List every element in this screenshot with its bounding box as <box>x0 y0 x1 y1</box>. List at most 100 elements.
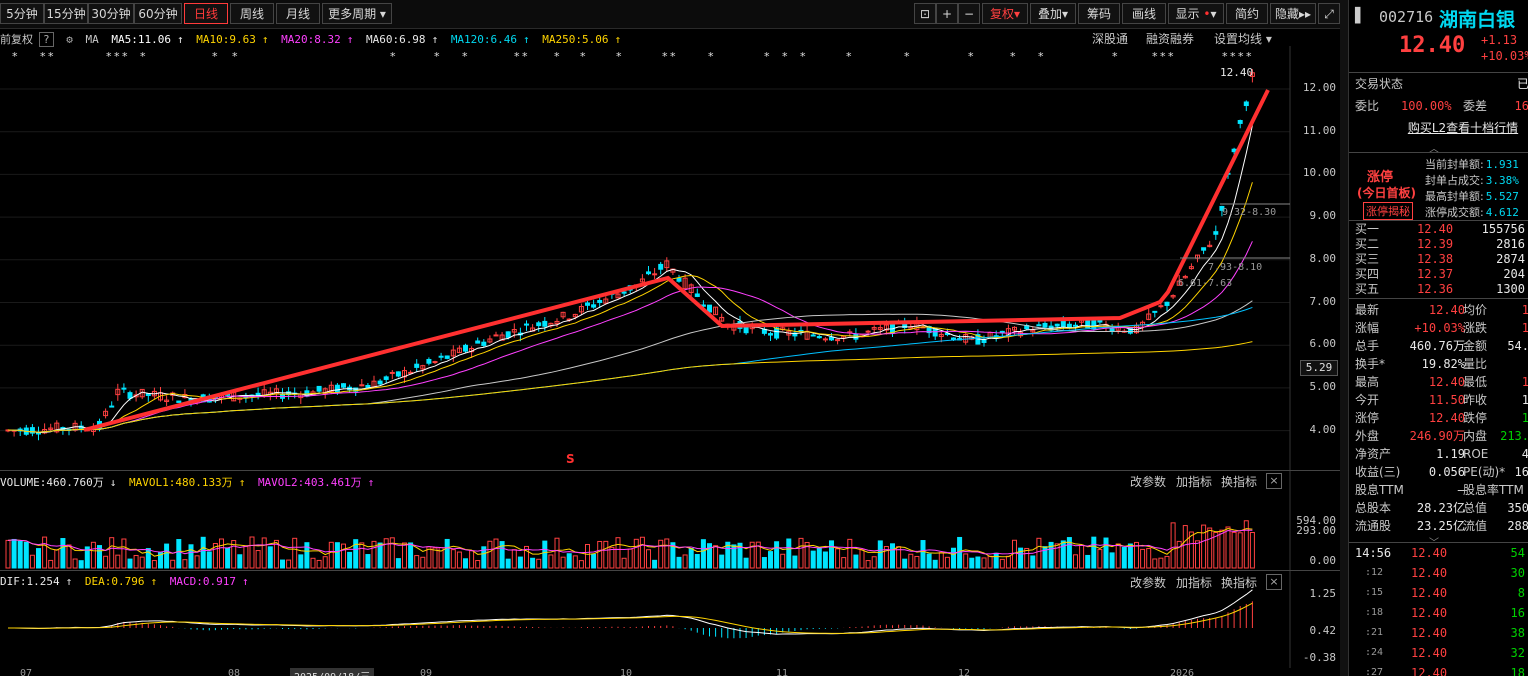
candle[interactable] <box>835 339 841 342</box>
bid-row[interactable]: 买五 12.36 1300 <box>1349 282 1528 297</box>
candle[interactable] <box>493 334 499 337</box>
candle[interactable] <box>542 320 548 327</box>
candle[interactable] <box>1213 231 1219 235</box>
event-marker-icon[interactable]: * <box>1112 50 1118 63</box>
vol-change-params-link[interactable]: 改参数 <box>1130 473 1166 490</box>
period-weekly[interactable]: 周线 <box>230 3 274 24</box>
zoom-out-icon[interactable]: − <box>958 3 980 24</box>
macd-close-icon[interactable]: × <box>1266 574 1282 590</box>
candle[interactable] <box>1042 322 1048 328</box>
candle[interactable] <box>810 334 816 337</box>
vol-switch-indicator-link[interactable]: 换指标 <box>1221 473 1257 490</box>
bid-row[interactable]: 买二 12.39 2816 <box>1349 237 1528 252</box>
candle[interactable] <box>822 338 828 341</box>
candle[interactable] <box>774 327 780 339</box>
candle[interactable] <box>255 392 261 396</box>
macd-add-indicator-link[interactable]: 加指标 <box>1176 574 1212 591</box>
gear-icon[interactable]: ▌ <box>1355 8 1366 24</box>
candle[interactable] <box>652 273 658 276</box>
bid-row[interactable]: 买四 12.37 204 <box>1349 267 1528 282</box>
candle[interactable] <box>316 385 322 392</box>
candle[interactable] <box>1060 320 1066 328</box>
candle[interactable] <box>768 333 773 336</box>
period-monthly[interactable]: 月线 <box>276 3 320 24</box>
event-marker-icon[interactable]: * <box>1038 50 1044 63</box>
candle[interactable] <box>444 355 450 359</box>
hide-button[interactable]: 隐藏▸▸ <box>1270 3 1316 24</box>
candle[interactable] <box>585 302 590 306</box>
candle[interactable] <box>395 371 401 377</box>
display-button[interactable]: 显示 •▾ <box>1168 3 1224 24</box>
candle[interactable] <box>1152 310 1158 313</box>
candle[interactable] <box>658 263 664 270</box>
candle[interactable] <box>432 361 438 364</box>
ma-settings-icon[interactable]: ⚙ <box>66 33 73 46</box>
more-periods-dropdown[interactable]: 更多周期 ▾ <box>322 3 392 24</box>
event-marker-icon[interactable]: * <box>140 50 146 63</box>
event-marker-icon[interactable]: * <box>522 50 528 63</box>
event-marker-icon[interactable]: * <box>764 50 770 63</box>
candle[interactable] <box>932 328 938 337</box>
event-marker-icon[interactable]: * <box>800 50 806 63</box>
candle[interactable] <box>1073 324 1078 327</box>
adjust-button[interactable]: 复权▾ <box>982 3 1028 24</box>
candle[interactable] <box>505 331 511 338</box>
vol-close-icon[interactable]: × <box>1266 473 1282 489</box>
event-marker-icon[interactable]: * <box>12 50 18 63</box>
event-marker-icon[interactable]: * <box>1168 50 1174 63</box>
macd-switch-indicator-link[interactable]: 换指标 <box>1221 574 1257 591</box>
event-marker-icon[interactable]: * <box>670 50 676 63</box>
draw-line-button[interactable]: 画线 <box>1122 3 1166 24</box>
chart-scrollbar[interactable] <box>1340 0 1348 676</box>
candle[interactable] <box>127 392 133 399</box>
event-marker-icon[interactable]: * <box>1010 50 1016 63</box>
candle[interactable] <box>621 291 627 294</box>
candle[interactable] <box>646 271 651 275</box>
candle[interactable] <box>536 322 542 327</box>
event-marker-icon[interactable]: * <box>114 50 120 63</box>
candle[interactable] <box>341 383 346 388</box>
candle[interactable] <box>334 384 340 393</box>
event-marker-icon[interactable]: * <box>662 50 668 63</box>
candle[interactable] <box>463 344 468 352</box>
candle[interactable] <box>1158 305 1164 308</box>
lock-icon[interactable]: ⊡ <box>914 3 936 24</box>
event-marker-icon[interactable]: * <box>904 50 910 63</box>
s-marker[interactable]: S <box>566 452 575 466</box>
candle[interactable] <box>389 371 395 374</box>
zoom-in-icon[interactable]: + <box>936 3 958 24</box>
candle[interactable] <box>591 304 597 308</box>
vol-add-indicator-link[interactable]: 加指标 <box>1176 473 1212 490</box>
event-marker-icon[interactable]: * <box>434 50 440 63</box>
event-marker-icon[interactable]: * <box>462 50 468 63</box>
event-marker-icon[interactable]: * <box>1238 50 1244 63</box>
macd-change-params-link[interactable]: 改参数 <box>1130 574 1166 591</box>
candle[interactable] <box>145 393 151 396</box>
event-marker-icon[interactable]: * <box>1230 50 1236 63</box>
candle[interactable] <box>999 330 1005 333</box>
period-60min[interactable]: 60分钟 <box>134 3 182 24</box>
period-5min[interactable]: 5分钟 <box>0 3 44 24</box>
candle[interactable] <box>176 400 182 403</box>
candle[interactable] <box>1243 101 1249 107</box>
event-marker-icon[interactable]: * <box>1160 50 1166 63</box>
event-marker-icon[interactable]: * <box>232 50 238 63</box>
event-marker-icon[interactable]: * <box>708 50 714 63</box>
candle[interactable] <box>383 376 389 380</box>
help-icon[interactable]: ? <box>39 32 54 47</box>
candle[interactable] <box>109 405 115 408</box>
candle[interactable] <box>694 293 700 297</box>
event-marker-icon[interactable]: * <box>122 50 128 63</box>
candle[interactable] <box>676 277 682 282</box>
candle[interactable] <box>829 336 834 341</box>
event-marker-icon[interactable]: * <box>106 50 112 63</box>
event-marker-icon[interactable]: * <box>616 50 622 63</box>
simple-button[interactable]: 简约 <box>1226 3 1268 24</box>
ma-settings-link[interactable]: 设置均线 ▾ <box>1214 30 1272 47</box>
candle[interactable] <box>816 336 822 339</box>
event-marker-icon[interactable]: * <box>514 50 520 63</box>
period-30min[interactable]: 30分钟 <box>88 3 134 24</box>
event-marker-icon[interactable]: * <box>48 50 54 63</box>
chip-button[interactable]: 筹码 <box>1078 3 1120 24</box>
fullscreen-icon[interactable]: ⤢ <box>1318 3 1340 24</box>
